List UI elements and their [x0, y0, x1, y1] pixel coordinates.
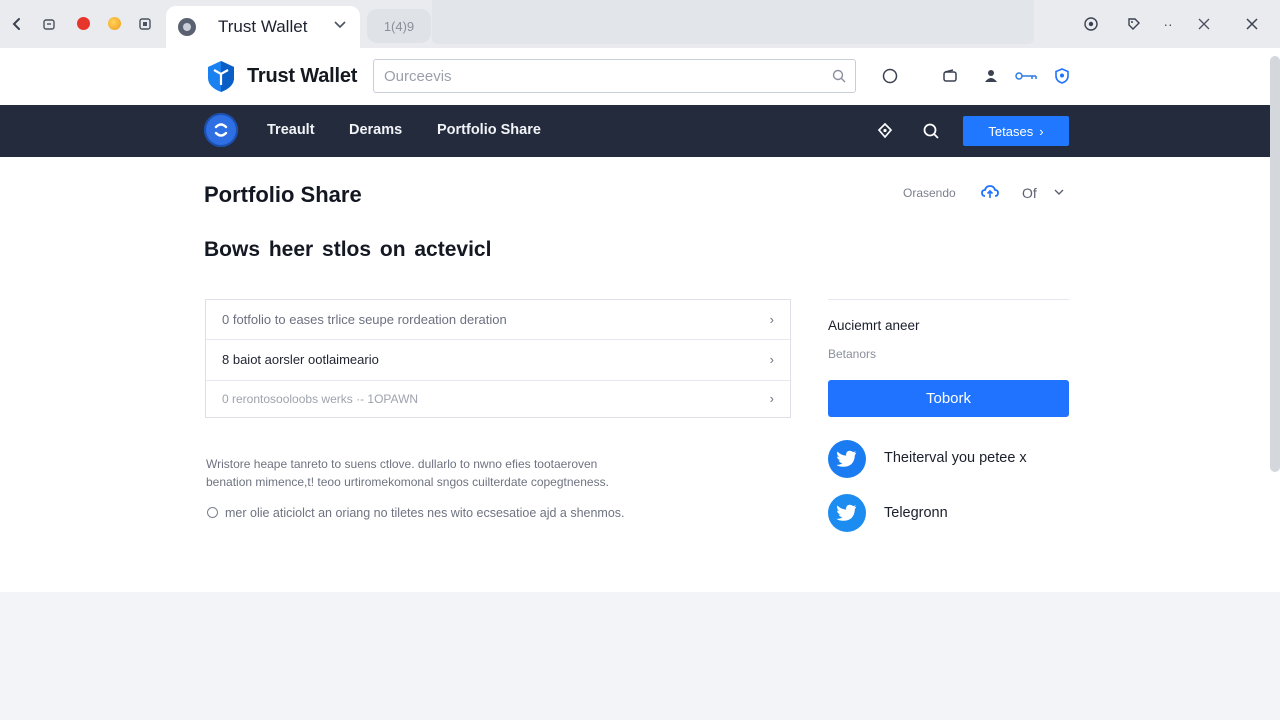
search-box[interactable] — [373, 59, 856, 93]
option-list: 0 fotfolio to eases trlice seupe rordeat… — [205, 299, 791, 418]
site-header: Trust Wallet — [0, 48, 1280, 105]
status-text: Orasendo — [903, 186, 956, 200]
more-icon[interactable]: ·· — [1157, 13, 1179, 35]
radio-button[interactable] — [207, 507, 218, 518]
settings-icon[interactable] — [1080, 13, 1102, 35]
extension-icon[interactable] — [108, 17, 121, 30]
nav-logo-icon[interactable] — [204, 113, 238, 147]
browser-chrome: Trust Wallet 1(4)9 ·· — [0, 0, 1280, 48]
circle-icon[interactable] — [880, 66, 900, 86]
home-icon[interactable] — [38, 13, 60, 35]
search-icon[interactable] — [831, 68, 847, 84]
radio-label: mer olie aticiolct an oriang no tiletes … — [225, 506, 625, 520]
info-paragraph-line-2: benation mimence,t! teoo urtiromekomonal… — [206, 475, 609, 489]
key-icon[interactable] — [1014, 66, 1040, 86]
nav-cta-button[interactable]: Tetases › — [963, 116, 1069, 146]
social-link-label[interactable]: Theiterval you petee x — [884, 450, 1027, 466]
page-subtitle: Bows heer stlos on actevicl — [204, 238, 492, 261]
list-item[interactable]: 0 rerontosooloobs werks ·- 1OPAWN › — [206, 381, 790, 418]
primary-action-button[interactable]: Tobork — [828, 380, 1069, 417]
language-selector[interactable]: Of — [1022, 185, 1037, 201]
sidebar-toggle-icon[interactable] — [134, 13, 156, 35]
social-link-label[interactable]: Telegronn — [884, 505, 948, 521]
chevron-down-icon[interactable] — [332, 16, 350, 34]
nav-item-treault[interactable]: Treault — [267, 122, 315, 138]
panel-heading: Auciemrt aneer — [828, 318, 920, 333]
wallet-icon[interactable] — [940, 66, 960, 86]
nav-item-derams[interactable]: Derams — [349, 122, 402, 138]
trust-wallet-logo-icon[interactable] — [203, 58, 239, 94]
page-footer — [0, 592, 1280, 720]
scrollbar[interactable] — [1270, 56, 1280, 472]
shield-icon[interactable] — [1052, 66, 1072, 86]
user-badge-icon[interactable] — [981, 66, 1001, 86]
inactive-tab-label: 1(4)9 — [383, 18, 415, 34]
list-item[interactable]: 0 fotfolio to eases trlice seupe rordeat… — [206, 300, 790, 340]
nav-cta-label: Tetases — [988, 123, 1034, 139]
tab-title: Trust Wallet — [218, 17, 308, 36]
chevron-right-icon: › — [769, 352, 774, 367]
back-icon[interactable] — [6, 13, 28, 35]
list-item[interactable]: 8 baiot aorsler ootlaimeario › — [206, 340, 790, 381]
cloud-sync-icon[interactable] — [980, 183, 1000, 201]
chevron-right-icon: › — [1039, 123, 1044, 139]
list-item-text: 8 baiot aorsler ootlaimeario — [222, 352, 379, 367]
panel-divider — [828, 299, 1069, 300]
panel-subtext: Betanors — [828, 347, 877, 361]
list-item-text: 0 rerontosooloobs werks ·- 1OPAWN — [222, 392, 419, 406]
minimize-icon[interactable] — [1193, 13, 1215, 35]
close-icon[interactable] — [1241, 13, 1263, 35]
active-tab[interactable]: Trust Wallet — [166, 6, 360, 48]
tab-strip — [432, 0, 1034, 44]
page-title: Portfolio Share — [204, 182, 362, 207]
twitter-icon[interactable] — [828, 440, 866, 478]
nav-search-icon[interactable] — [921, 121, 941, 141]
brand-name[interactable]: Trust Wallet — [247, 65, 357, 88]
info-paragraph-line-1: Wristore heape tanreto to suens ctlove. … — [206, 457, 598, 471]
chevron-down-icon[interactable] — [1052, 185, 1066, 199]
nav-item-portfolio-share[interactable]: Portfolio Share — [437, 122, 541, 138]
search-input[interactable] — [384, 66, 824, 86]
primary-action-label: Tobork — [925, 390, 972, 407]
tab-favicon-icon — [178, 18, 196, 36]
chevron-right-icon: › — [769, 312, 774, 327]
list-item-text: 0 fotfolio to eases trlice seupe rordeat… — [222, 312, 507, 327]
inactive-tab[interactable]: 1(4)9 — [367, 9, 431, 43]
main-nav: Treault Derams Portfolio Share Tetases › — [0, 105, 1280, 157]
twitter-icon[interactable] — [828, 494, 866, 532]
chevron-right-icon: › — [769, 391, 774, 406]
notification-icon[interactable] — [875, 121, 895, 141]
record-dot-icon — [77, 17, 90, 30]
tag-icon[interactable] — [1123, 13, 1145, 35]
